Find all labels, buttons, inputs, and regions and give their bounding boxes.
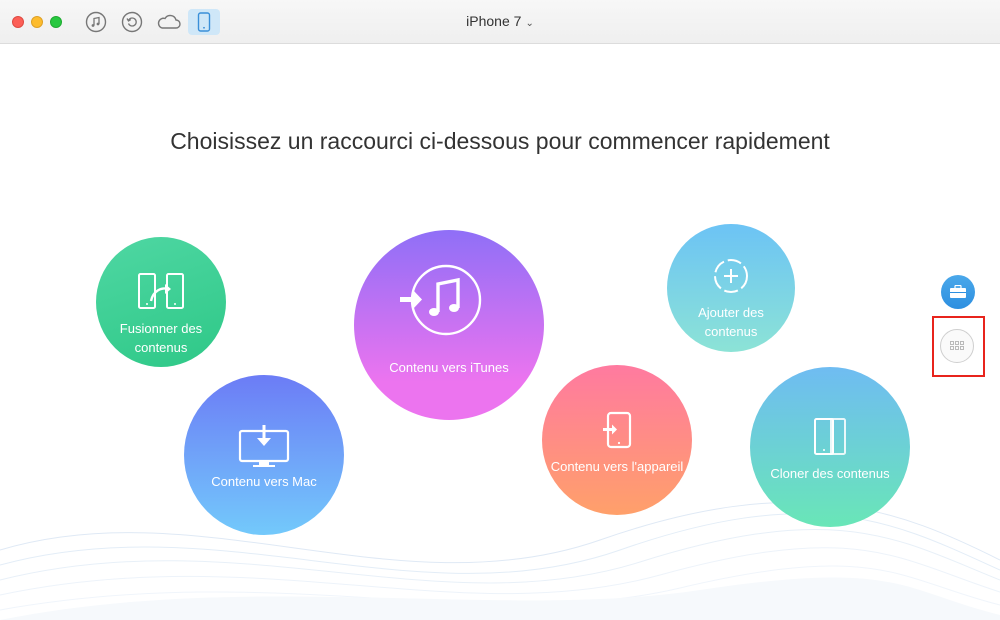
shortcut-label: Contenu vers Mac [211, 474, 317, 489]
title-bar: iPhone 7 ⌄ [0, 0, 1000, 44]
shortcut-content-to-mac[interactable]: Contenu vers Mac [184, 375, 344, 535]
page-headline: Choisissez un raccourci ci-dessous pour … [170, 128, 830, 154]
clone-icon [814, 418, 846, 455]
toolkit-button[interactable] [941, 275, 975, 309]
briefcase-icon [950, 285, 966, 298]
itunes-icon [400, 264, 482, 336]
highlight-box [932, 316, 985, 377]
shortcut-content-to-device[interactable]: Contenu vers l'appareil [542, 365, 692, 515]
shortcut-clone-contents[interactable]: Cloner des contenus [750, 367, 910, 527]
shortcut-label: Fusionner des [119, 321, 203, 336]
chevron-down-icon: ⌄ [525, 18, 534, 29]
shortcut-label: Ajouter des [698, 305, 764, 320]
shortcut-label: Contenu vers l'appareil [550, 459, 684, 474]
device-name: iPhone 7 [466, 13, 522, 29]
shortcut-label: contenus [134, 340, 188, 355]
shortcut-add-contents[interactable]: Ajouter des contenus [667, 224, 795, 352]
shortcut-label: Cloner des contenus [770, 466, 890, 481]
add-circle-icon [714, 259, 748, 293]
device-selector[interactable]: iPhone 7 ⌄ [0, 13, 1000, 29]
shortcut-label: Contenu vers iTunes [389, 360, 509, 375]
shortcut-label: contenus [704, 324, 758, 339]
phone-import-icon [603, 411, 632, 449]
monitor-download-icon [238, 425, 290, 467]
merge-icon [138, 273, 184, 309]
shortcut-content-to-itunes[interactable]: Contenu vers iTunes [354, 230, 544, 420]
shortcut-merge-contents[interactable]: Fusionner des contenus [96, 237, 226, 367]
